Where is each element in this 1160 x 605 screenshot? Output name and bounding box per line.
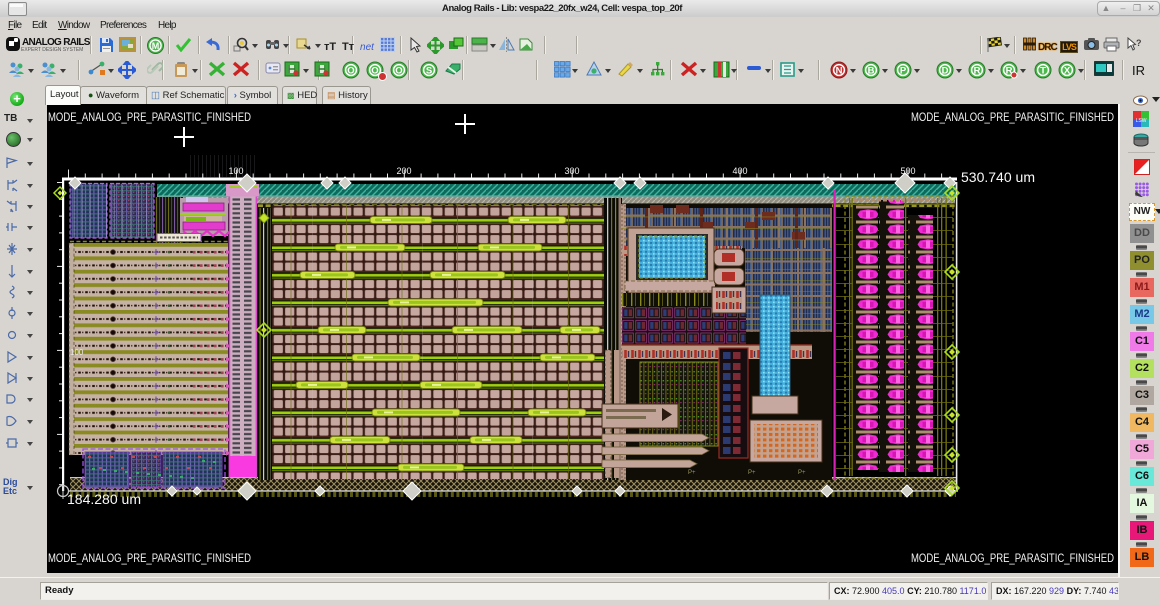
svg-text:P+: P+	[748, 470, 756, 476]
svg-text:300: 300	[564, 166, 579, 176]
svg-text:MODE_ANALOG_PRE_PARASITIC_FINI: MODE_ANALOG_PRE_PARASITIC_FINISHED	[911, 551, 1114, 565]
svg-text:X: X	[1064, 66, 1071, 77]
svg-text:400: 400	[732, 166, 747, 176]
svg-text:M: M	[151, 41, 159, 51]
svg-text:P: P	[900, 66, 907, 77]
svg-text:O: O	[347, 66, 354, 77]
svg-text:184.280 um: 184.280 um	[67, 491, 141, 507]
svg-text:N: N	[836, 66, 843, 77]
svg-text:500: 500	[900, 166, 915, 176]
svg-text:P+: P+	[798, 470, 806, 476]
svg-text:O: O	[395, 66, 402, 77]
svg-text:530.740 um: 530.740 um	[961, 169, 1035, 185]
svg-text:MODE_ANALOG_PRE_PARASITIC_FINI: MODE_ANALOG_PRE_PARASITIC_FINISHED	[48, 551, 251, 565]
svg-text:100: 100	[70, 348, 84, 357]
svg-text:200: 200	[396, 166, 411, 176]
svg-text:D: D	[942, 66, 949, 77]
svg-text:P+: P+	[688, 470, 696, 476]
svg-text:100: 100	[228, 166, 243, 176]
svg-text:MODE_ANALOG_PRE_PARASITIC_FINI: MODE_ANALOG_PRE_PARASITIC_FINISHED	[48, 110, 251, 124]
svg-text:?: ?	[1136, 38, 1141, 48]
svg-text:R: R	[974, 66, 981, 77]
svg-text:LSW: LSW	[1136, 118, 1147, 124]
svg-text:S: S	[426, 66, 432, 77]
svg-text:B: B	[868, 66, 875, 77]
svg-text:T: T	[1040, 66, 1046, 77]
svg-text:MODE_ANALOG_PRE_PARASITIC_FINI: MODE_ANALOG_PRE_PARASITIC_FINISHED	[911, 110, 1114, 124]
